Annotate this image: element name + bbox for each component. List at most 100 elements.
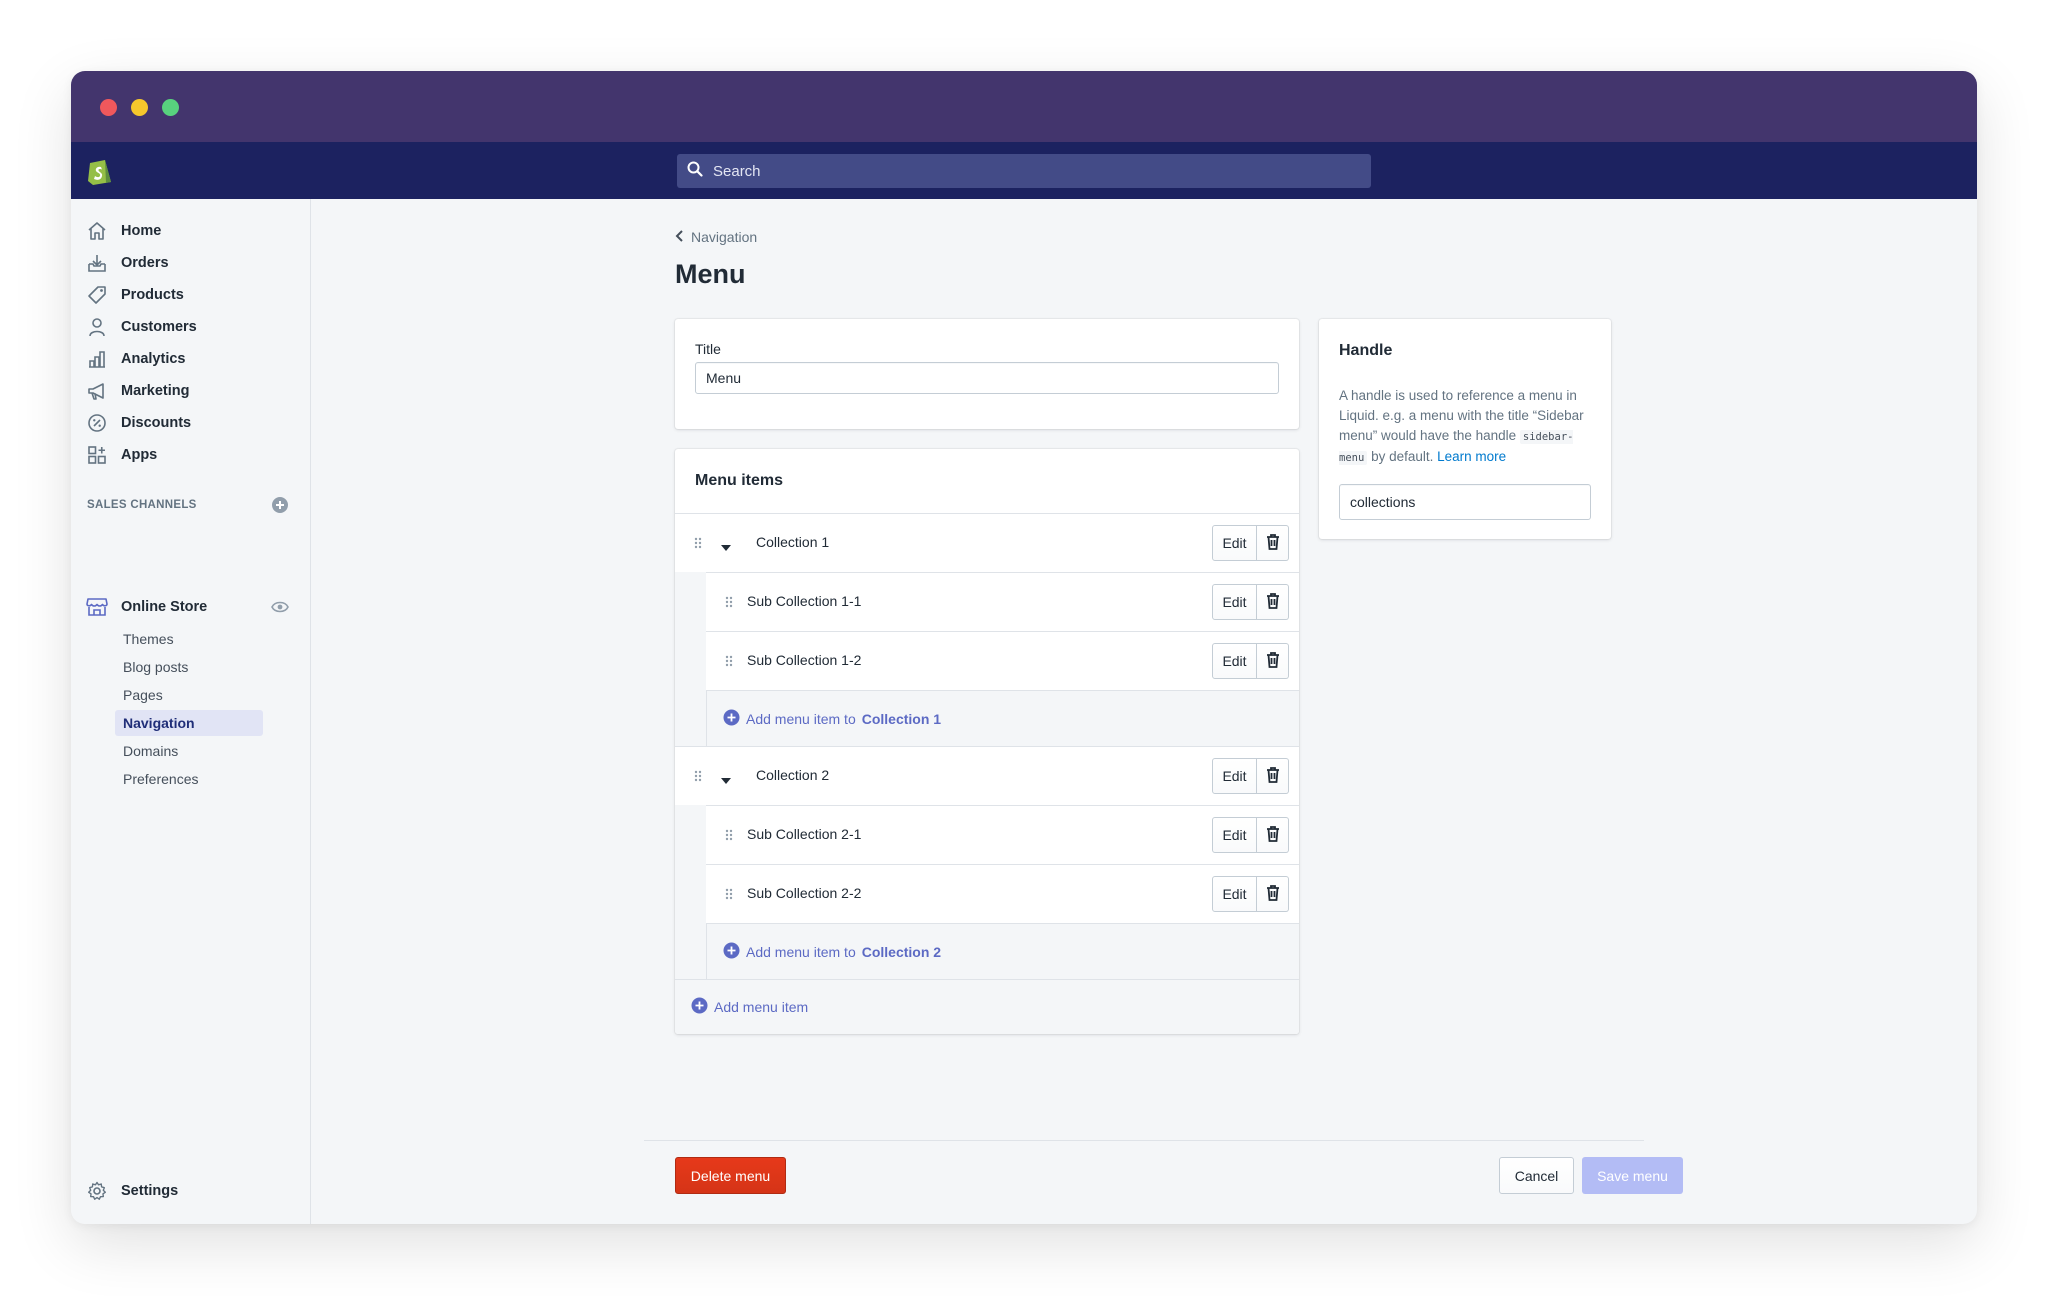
- add-menu-item-to-collection-1[interactable]: Add menu item to Collection 1: [706, 690, 1299, 746]
- sidebar-item-marketing[interactable]: Marketing: [86, 378, 190, 404]
- orders-icon: [86, 252, 108, 274]
- trash-icon: [1266, 592, 1280, 612]
- menu-row-sub-collection-2-2[interactable]: Sub Collection 2-2 Edit: [706, 864, 1299, 923]
- breadcrumb[interactable]: Navigation: [675, 229, 757, 245]
- cancel-button[interactable]: Cancel: [1499, 1157, 1574, 1194]
- person-icon: [86, 316, 108, 338]
- add-menu-item-to-collection-2[interactable]: Add menu item to Collection 2: [706, 923, 1299, 979]
- delete-item-button[interactable]: [1257, 758, 1289, 794]
- add-sales-channel-button[interactable]: [271, 496, 289, 519]
- menu-row-sub-collection-1-1[interactable]: Sub Collection 1-1 Edit: [706, 572, 1299, 631]
- maximize-window-button[interactable]: [162, 99, 179, 116]
- sidebar-item-customers[interactable]: Customers: [86, 314, 197, 340]
- trash-icon: [1266, 651, 1280, 671]
- trash-icon: [1266, 766, 1280, 786]
- edit-button[interactable]: Edit: [1212, 525, 1257, 561]
- sidebar: Home Orders Products Customers Analytics: [71, 199, 311, 1224]
- sidebar-subitem-themes[interactable]: Themes: [115, 626, 263, 652]
- delete-item-button[interactable]: [1257, 525, 1289, 561]
- plus-circle-icon: [691, 997, 708, 1017]
- sidebar-subitem-blog-posts[interactable]: Blog posts: [115, 654, 263, 680]
- chevron-left-icon: [675, 229, 685, 245]
- sidebar-item-apps[interactable]: Apps: [86, 442, 157, 468]
- menu-items-heading: Menu items: [695, 472, 784, 489]
- caret-down-icon[interactable]: [721, 539, 731, 557]
- sidebar-item-label: Orders: [121, 255, 169, 271]
- caret-down-icon[interactable]: [721, 772, 731, 790]
- home-icon: [86, 220, 108, 242]
- sidebar-item-home[interactable]: Home: [86, 218, 161, 244]
- handle-heading: Handle: [1339, 342, 1393, 359]
- sidebar-item-online-store[interactable]: Online Store: [86, 594, 207, 620]
- breadcrumb-link[interactable]: Navigation: [691, 229, 757, 245]
- indent-gutter: [675, 572, 706, 746]
- title-card: Title: [675, 319, 1299, 429]
- handle-input[interactable]: [1339, 484, 1591, 520]
- sidebar-subitem-pages[interactable]: Pages: [115, 682, 263, 708]
- drag-handle-icon[interactable]: [725, 887, 733, 905]
- plus-circle-icon: [723, 709, 740, 729]
- sidebar-subitem-preferences[interactable]: Preferences: [115, 766, 263, 792]
- bar-chart-icon: [86, 348, 108, 370]
- add-menu-item-label: Add menu item: [714, 999, 809, 1015]
- title-input[interactable]: [695, 362, 1279, 394]
- sidebar-item-settings[interactable]: Settings: [86, 1178, 178, 1204]
- trash-icon: [1266, 825, 1280, 845]
- drag-handle-icon[interactable]: [694, 536, 702, 554]
- indent-gutter: [675, 805, 706, 979]
- delete-menu-button[interactable]: Delete menu: [675, 1157, 786, 1194]
- row-actions: Edit: [1212, 525, 1289, 561]
- drag-handle-icon[interactable]: [694, 769, 702, 787]
- plus-circle-icon: [271, 497, 289, 518]
- menu-row-label: Sub Collection 2-2: [747, 885, 862, 901]
- store-icon: [86, 596, 108, 618]
- delete-item-button[interactable]: [1257, 584, 1289, 620]
- sidebar-item-label: Online Store: [121, 599, 208, 615]
- delete-item-button[interactable]: [1257, 817, 1289, 853]
- page-title: Menu: [675, 259, 746, 289]
- app-window: Home Orders Products Customers Analytics: [71, 71, 1977, 1224]
- sidebar-item-orders[interactable]: Orders: [86, 250, 169, 276]
- footer-divider: [644, 1140, 1644, 1141]
- sidebar-item-analytics[interactable]: Analytics: [86, 346, 185, 372]
- sidebar-subitem-navigation[interactable]: Navigation: [115, 710, 263, 736]
- eye-icon: [271, 601, 289, 618]
- sidebar-item-label: Settings: [121, 1183, 179, 1199]
- menu-row-collection-1[interactable]: Collection 1 Edit: [675, 513, 1299, 572]
- edit-button[interactable]: Edit: [1212, 643, 1257, 679]
- delete-item-button[interactable]: [1257, 643, 1289, 679]
- menu-row-sub-collection-2-1[interactable]: Sub Collection 2-1 Edit: [706, 805, 1299, 864]
- add-menu-item-target: Collection 2: [861, 943, 942, 960]
- learn-more-link[interactable]: Learn more: [1437, 449, 1506, 464]
- add-menu-item-label: Add menu item to: [746, 710, 856, 727]
- add-menu-item-button[interactable]: Add menu item: [675, 979, 1299, 1034]
- edit-button[interactable]: Edit: [1212, 817, 1257, 853]
- edit-button[interactable]: Edit: [1212, 758, 1257, 794]
- drag-handle-icon[interactable]: [725, 654, 733, 672]
- sidebar-item-label: Discounts: [121, 415, 192, 431]
- row-actions: Edit: [1212, 817, 1289, 853]
- sidebar-item-products[interactable]: Products: [86, 282, 184, 308]
- row-actions: Edit: [1212, 876, 1289, 912]
- menu-items-card: Menu items Collection 1 Edit Sub Collect…: [675, 449, 1299, 1034]
- delete-item-button[interactable]: [1257, 876, 1289, 912]
- sidebar-subitem-domains[interactable]: Domains: [115, 738, 263, 764]
- tag-icon: [86, 284, 108, 306]
- drag-handle-icon[interactable]: [725, 828, 733, 846]
- edit-button[interactable]: Edit: [1212, 584, 1257, 620]
- menu-row-collection-2[interactable]: Collection 2 Edit: [675, 746, 1299, 805]
- sidebar-item-label: Apps: [121, 447, 158, 463]
- search-input[interactable]: [713, 162, 1313, 180]
- close-window-button[interactable]: [100, 99, 117, 116]
- shopify-logo-icon[interactable]: [86, 156, 114, 186]
- menu-row-sub-collection-1-2[interactable]: Sub Collection 1-2 Edit: [706, 631, 1299, 690]
- handle-card: Handle A handle is used to reference a m…: [1319, 319, 1611, 539]
- drag-handle-icon[interactable]: [725, 595, 733, 613]
- edit-button[interactable]: Edit: [1212, 876, 1257, 912]
- search-bar[interactable]: [677, 154, 1371, 188]
- save-menu-button[interactable]: Save menu: [1582, 1157, 1683, 1194]
- view-online-store-button[interactable]: [271, 600, 289, 619]
- gear-icon: [86, 1180, 108, 1202]
- sidebar-item-discounts[interactable]: Discounts: [86, 410, 191, 436]
- minimize-window-button[interactable]: [131, 99, 148, 116]
